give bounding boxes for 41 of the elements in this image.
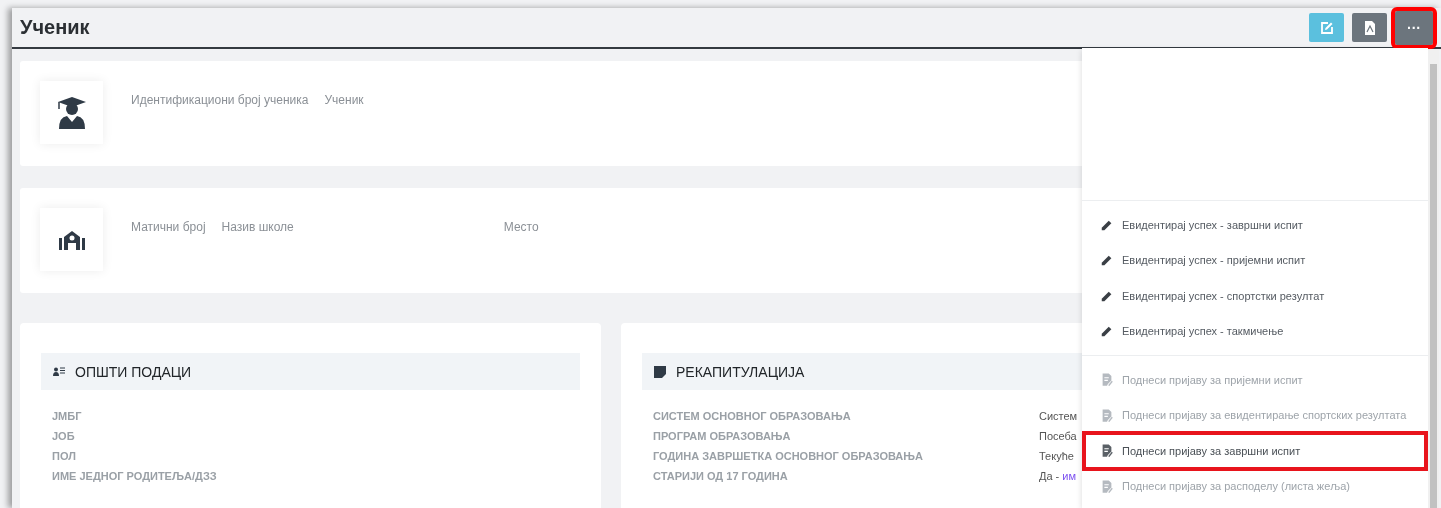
note-icon — [654, 365, 666, 378]
pencil-icon — [1100, 324, 1114, 339]
scrollbar[interactable] — [1428, 50, 1439, 508]
field-label: Назив школе — [221, 220, 294, 234]
value-link[interactable]: им — [1062, 470, 1076, 482]
edit-icon — [1319, 20, 1334, 35]
pdf-button[interactable] — [1352, 13, 1387, 42]
row-value: Да - — [1039, 470, 1060, 482]
page-title: Ученик — [20, 16, 90, 39]
field-label: Место — [503, 220, 539, 234]
document-icon — [1100, 407, 1114, 423]
graduate-icon — [55, 95, 88, 130]
menu-item[interactable]: Поднеси пријаву за завршни испит — [1084, 433, 1426, 469]
pencil-icon — [1100, 253, 1114, 268]
edit-button[interactable] — [1309, 13, 1344, 42]
row-label: СТАРИЈИ ОД 17 ГОДИНА — [653, 470, 789, 482]
document-icon — [1100, 443, 1114, 459]
row-label: ИМЕ ЈЕДНОГ РОДИТЕЉА/ДЗЗ — [52, 470, 217, 482]
row-label: ЈМБГ — [52, 410, 82, 422]
row-value: Текуће — [1039, 450, 1074, 462]
row-label: ПОЛ — [52, 450, 76, 462]
document-icon — [1100, 478, 1114, 494]
contact-list-icon — [53, 367, 65, 376]
menu-item[interactable]: Евидентирај успех - завршни испит — [1082, 207, 1428, 243]
pdf-file-icon — [1363, 20, 1376, 35]
row-label: ЈОБ — [52, 430, 75, 442]
row-value: Посеба — [1039, 430, 1077, 442]
panel-title: РЕКАПИТУЛАЦИЈА — [676, 363, 805, 380]
menu-item[interactable]: Евидентирај успех - спортстки резултат — [1082, 278, 1428, 314]
document-icon — [1100, 372, 1114, 388]
menu-item[interactable]: Евидентирај успех - пријемни испит — [1082, 242, 1428, 278]
row-value: Систем — [1039, 410, 1078, 422]
menu-item[interactable]: Евидентирај успех - такмичење — [1082, 313, 1428, 349]
panel-title: ОПШТИ ПОДАЦИ — [75, 363, 192, 380]
field-label: Ученик — [324, 93, 364, 107]
row-label: ГОДИНА ЗАВРШЕТКА ОСНОВНОГ ОБРАЗОВАЊА — [653, 450, 924, 462]
field-label: Идентификациони број ученика — [131, 93, 309, 107]
row-label: ПРОГРАМ ОБРАЗОВАЊА — [653, 430, 792, 442]
row-label: СИСТЕМ ОСНОВНОГ ОБРАЗОВАЊА — [653, 410, 852, 422]
field-label: Матични број — [131, 220, 206, 234]
school-building-icon — [58, 229, 85, 250]
